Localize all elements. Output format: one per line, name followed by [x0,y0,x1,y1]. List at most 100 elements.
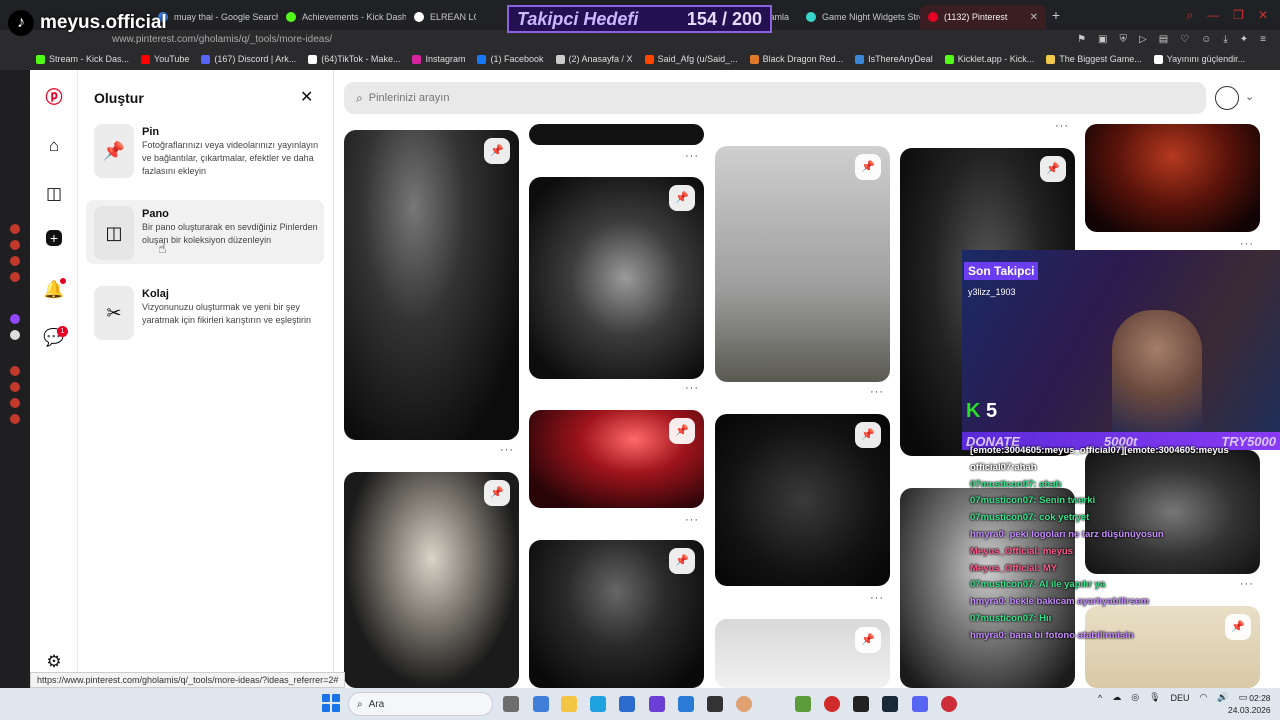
bookmark-item[interactable]: (1) Facebook [477,54,544,64]
maximize-button[interactable]: ❐ [1233,8,1244,23]
new-tab-button[interactable]: + [1046,7,1066,23]
steam-icon[interactable] [882,696,898,712]
browser-tab[interactable]: Achievements - Kick Dash [278,5,406,29]
profile-icon[interactable]: ☺ [1201,34,1211,45]
chevron-up-icon[interactable]: ^ [1098,693,1102,703]
save-pin-icon[interactable]: 📌 [484,138,510,164]
pin-card[interactable] [1085,124,1260,232]
save-pin-icon[interactable]: 📌 [669,548,695,574]
bookmark-item[interactable]: Stream - Kick Das... [36,54,129,64]
app-icon[interactable] [824,696,840,712]
pin-card[interactable]: 📌 [715,146,890,382]
close-tab-icon[interactable]: ✕ [1030,12,1038,23]
minecraft-icon[interactable] [795,696,811,712]
sidebar-app-icon[interactable] [10,382,20,392]
save-pin-icon[interactable]: 📌 [669,185,695,211]
ai-icon[interactable]: ✦ [1240,34,1248,45]
taskbar-search[interactable]: ⌕ Ara [348,692,493,716]
create-pin-option[interactable]: 📌 Pin Fotoğraflarınızı veya videolarınız… [86,124,324,190]
edge-icon[interactable] [590,696,606,712]
shield-icon[interactable]: ⛨ [1120,34,1128,45]
network-icon[interactable]: ◎ [1131,692,1139,703]
close-icon[interactable]: ✕ [300,87,313,107]
avatar[interactable] [1215,86,1239,110]
home-icon[interactable]: ⌂ [42,134,66,158]
wifi-icon[interactable]: ◠ [1200,692,1208,703]
language-indicator[interactable]: DEU [1171,693,1190,703]
sidebar-app-icon[interactable] [10,272,20,282]
twitch-icon[interactable] [10,314,20,324]
save-pin-icon[interactable]: 📌 [1040,156,1066,182]
bookmark-item[interactable]: Kicklet.app - Kick... [944,54,1034,64]
search-bar[interactable]: ⌕ [344,82,1206,114]
sidebar-app-icon[interactable] [10,366,20,376]
more-options-icon[interactable]: ··· [685,382,699,394]
sidebar-app-icon[interactable] [10,398,20,408]
download-icon[interactable]: ⤓ [1223,34,1227,45]
sidebar-app-icon[interactable] [10,256,20,266]
app-icon[interactable] [649,696,665,712]
bookmark-item[interactable]: The Biggest Game... [1046,54,1142,64]
volume-icon[interactable]: 🔊 [1217,692,1228,703]
widgets-icon[interactable] [533,696,549,712]
pin-card[interactable]: 📌 [529,410,704,508]
bookmark-item[interactable]: (64)TikTok - Make... [308,54,400,64]
sidebar-app-icon[interactable] [10,240,20,250]
pin-card[interactable]: 📌 [344,472,519,688]
save-pin-icon[interactable]: 📌 [855,154,881,180]
browser-tab[interactable]: muay thai - Google Search [150,5,278,29]
bookmark-item[interactable]: YouTube [141,54,189,64]
pin-card[interactable]: 📌 [344,130,519,440]
settings-icon[interactable]: ⚙ [42,650,66,674]
save-pin-icon[interactable]: 📌 [855,627,881,653]
browser-icon[interactable] [941,696,957,712]
chevron-down-icon[interactable]: ⌄ [1245,90,1254,103]
sidebar-app-icon[interactable] [10,224,20,234]
browser-tab[interactable]: Game Night Widgets Stre [798,5,920,29]
more-options-icon[interactable]: ··· [870,386,884,398]
discord-icon[interactable] [912,696,928,712]
bookmark-icon[interactable]: ⚑ [1077,34,1086,45]
app-icon[interactable] [736,696,752,712]
more-options-icon[interactable]: ··· [685,514,699,526]
more-options-icon[interactable]: ··· [870,592,884,604]
search-input[interactable] [368,92,969,104]
epic-games-icon[interactable] [853,696,869,712]
play-icon[interactable]: ▷ [1139,34,1147,45]
bookmark-item[interactable]: Black Dragon Red... [749,54,843,64]
bookmark-item[interactable]: Said_Afg (u/Said_... [644,54,738,64]
start-button[interactable] [322,694,340,712]
more-options-icon[interactable]: ··· [1240,238,1254,250]
clock[interactable]: 02:28 24.03.2026 [1228,692,1271,716]
app-icon[interactable] [707,696,723,712]
settings-icon[interactable] [10,414,20,424]
create-board-option[interactable]: ◫ Pano Bir pano oluşturarak en sevdiğini… [86,200,324,264]
more-options-icon[interactable]: ··· [500,444,514,456]
microphone-icon[interactable]: 🎙 [1149,692,1160,703]
bookmark-item[interactable]: (2) Anasayfa / X [555,54,633,64]
bookmark-item[interactable]: (167) Discord | Ark... [201,54,296,64]
x-icon[interactable] [10,330,20,340]
cloud-icon[interactable]: ☁ [1112,692,1121,703]
store-icon[interactable] [619,696,635,712]
pin-card[interactable]: 📌 [529,540,704,688]
file-explorer-icon[interactable] [561,696,577,712]
task-view-icon[interactable] [503,696,519,712]
save-pin-icon[interactable]: 📌 [855,422,881,448]
browser-tab-active[interactable]: (1132) Pinterest ✕ [920,5,1046,29]
bookmark-item[interactable]: Yayınını güçlendir... [1153,54,1245,64]
pin-card[interactable]: 📌 [529,177,704,379]
close-window-button[interactable]: ✕ [1258,8,1268,23]
browser-tab[interactable]: ELREAN LO [406,5,476,29]
create-icon[interactable]: + [46,230,62,246]
create-collage-option[interactable]: ✂ Kolaj Vizyonunuzu oluşturmak ve yeni b… [86,286,324,352]
boards-icon[interactable]: ◫ [42,182,66,206]
more-options-icon[interactable]: ··· [1055,120,1069,132]
wallet-icon[interactable]: ▤ [1159,34,1168,45]
bookmark-item[interactable]: IsThereAnyDeal [855,54,933,64]
screenshot-icon[interactable]: ▣ [1098,34,1107,45]
menu-icon[interactable]: ≡ [1260,34,1266,45]
pin-card[interactable]: 📌 [715,414,890,586]
save-pin-icon[interactable]: 📌 [669,418,695,444]
search-tabs-icon[interactable]: ⌕ [1186,8,1193,23]
